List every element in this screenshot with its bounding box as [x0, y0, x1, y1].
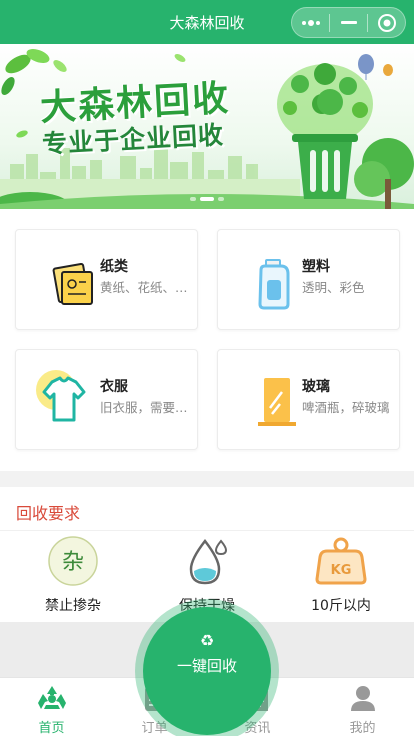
minimize-icon	[340, 20, 357, 24]
category-subtitle: 旧衣服，需要干净	[100, 400, 195, 415]
requirement-no-mixing: 杂 禁止掺杂	[4, 535, 142, 615]
category-subtitle: 啤酒瓶，碎玻璃	[302, 400, 390, 415]
mini-program-capsule	[291, 7, 406, 38]
more-button[interactable]	[292, 8, 329, 37]
paper-icon	[52, 262, 93, 305]
carousel-dot	[190, 197, 196, 201]
close-button[interactable]	[368, 8, 405, 37]
category-title: 纸类	[100, 259, 128, 275]
carousel-dot-active	[200, 197, 214, 201]
minimize-button[interactable]	[330, 8, 367, 37]
plastic-bottle-icon	[258, 259, 290, 310]
category-title: 衣服	[100, 379, 128, 395]
section-title: 回收要求	[16, 504, 81, 523]
category-title: 塑料	[302, 259, 330, 275]
svg-text:KG: KG	[331, 563, 352, 578]
carousel-dot	[218, 197, 224, 201]
tab-home[interactable]: 首页	[0, 678, 103, 736]
requirement-label: 禁止掺杂	[45, 598, 101, 614]
category-subtitle: 黄纸、花纸、书本	[100, 280, 195, 295]
no-mixing-icon: 杂	[48, 536, 98, 586]
svg-text:杂: 杂	[62, 550, 84, 575]
category-grid: 纸类 黄纸、花纸、书本 塑料 透明、彩色 衣服 旧衣服，需要干净 玻璃 啤酒瓶，…	[0, 209, 414, 471]
weight-kg-icon: KG	[315, 537, 367, 585]
user-icon	[350, 686, 375, 711]
glass-pane-icon	[258, 378, 296, 426]
banner-carousel[interactable]: 大森林回收 专业于企业回收	[0, 44, 414, 209]
category-card-plastic[interactable]: 塑料 透明、彩色	[217, 229, 400, 330]
category-card-glass[interactable]: 玻璃 啤酒瓶，碎玻璃	[217, 349, 400, 450]
tab-profile[interactable]: 我的	[311, 678, 414, 736]
more-dots-icon	[301, 19, 320, 26]
carousel-indicator	[0, 197, 414, 201]
category-card-clothes[interactable]: 衣服 旧衣服，需要干净	[15, 349, 198, 450]
requirement-weight-limit: KG 10斤以内	[272, 535, 410, 615]
recycle-button-core: ♻ 一键回收	[143, 607, 271, 735]
category-subtitle: 透明、彩色	[302, 280, 365, 295]
recycle-button-label: 一键回收	[176, 657, 237, 675]
recycle-icon	[37, 686, 66, 709]
tshirt-icon	[36, 370, 86, 422]
divider	[0, 530, 414, 531]
tab-label: 首页	[38, 721, 65, 736]
one-click-recycle-button[interactable]: ♻ 一键回收	[135, 599, 279, 736]
tab-label: 我的	[349, 721, 376, 736]
water-drop-icon	[189, 538, 228, 585]
nav-bar: 大森林回收	[0, 0, 414, 44]
recycle-symbol-icon: ♻	[199, 631, 215, 650]
requirement-label: 10斤以内	[311, 598, 371, 614]
category-card-paper[interactable]: 纸类 黄纸、花纸、书本	[15, 229, 198, 330]
category-title: 玻璃	[302, 379, 330, 395]
close-target-icon	[377, 13, 396, 32]
